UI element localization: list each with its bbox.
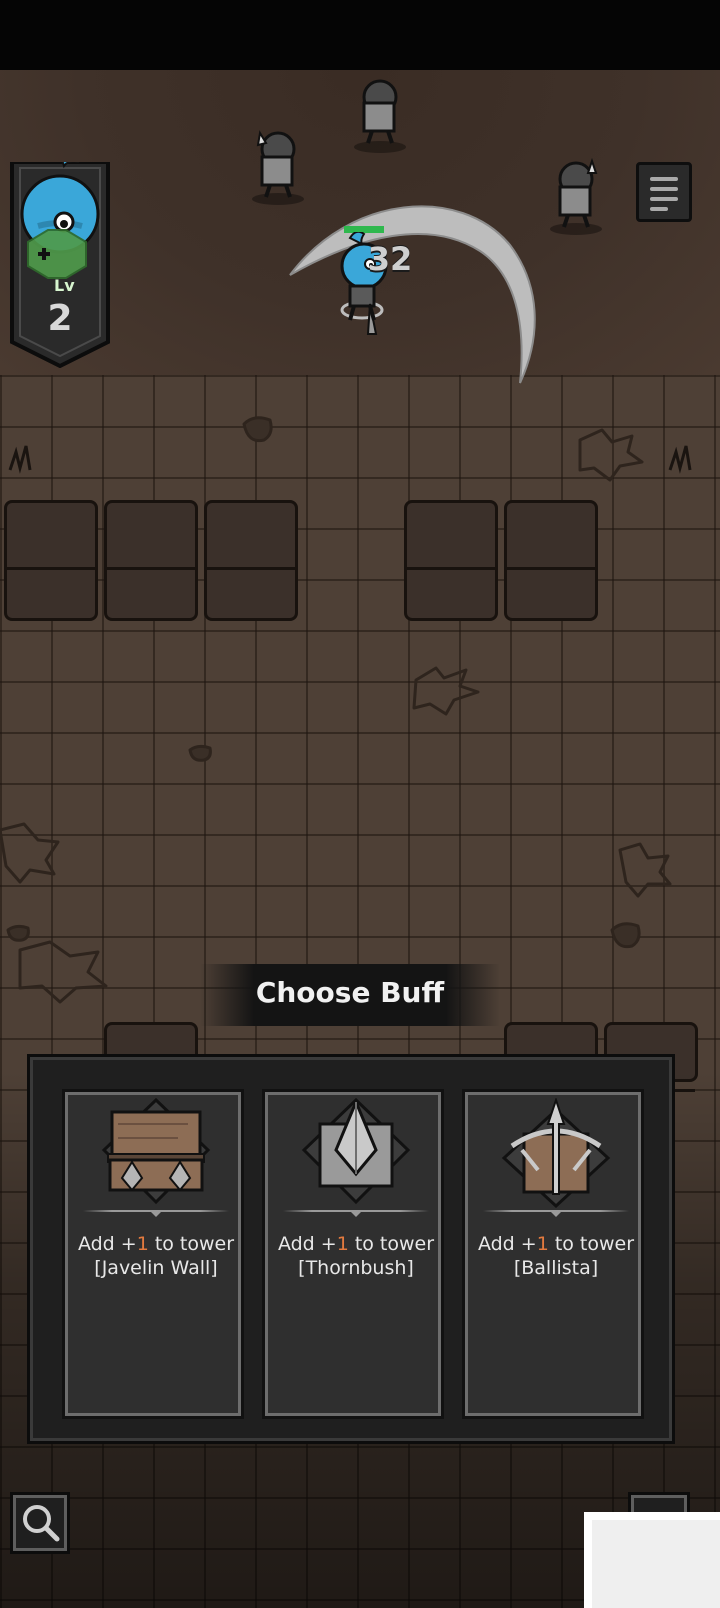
dialog-title: Choose Buff: [255, 976, 445, 1009]
enemy-goblin: [354, 79, 406, 153]
level-value: 2: [47, 298, 73, 339]
card-divider: [283, 1210, 429, 1217]
enemy-goblin: [550, 157, 602, 235]
ballista-icon: [501, 1098, 611, 1208]
enemy-goblin: [252, 130, 304, 205]
dialog-title-banner: Choose Buff: [200, 964, 500, 1026]
game-area[interactable]: 32 Lv 2 Choose Buff Add +1 to tower [Jav…: [0, 70, 720, 1608]
level-banner: Lv 2: [8, 151, 112, 369]
level-label: Lv: [54, 276, 75, 295]
slash-effect: [289, 205, 536, 384]
buff-description: Add +1 to tower [Thornbush]: [277, 1233, 435, 1279]
menu-button[interactable]: [636, 162, 692, 222]
card-divider: [83, 1210, 229, 1217]
card-divider: [483, 1210, 629, 1217]
buff-card-thornbush[interactable]: Add +1 to tower [Thornbush]: [262, 1089, 444, 1419]
buff-panel: Add +1 to tower [Javelin Wall] Add +1 to…: [27, 1054, 675, 1444]
magnifier-icon: [23, 1505, 60, 1542]
damage-popup: 32: [367, 240, 413, 278]
buff-card-javelin-wall[interactable]: Add +1 to tower [Javelin Wall]: [62, 1089, 244, 1419]
buff-card-ballista[interactable]: Add +1 to tower [Ballista]: [462, 1089, 644, 1419]
thornbush-icon: [301, 1098, 411, 1205]
overlay-box: [584, 1512, 720, 1608]
zoom-button[interactable]: [10, 1492, 70, 1554]
buff-description: Add +1 to tower [Ballista]: [477, 1233, 635, 1279]
buff-description: Add +1 to tower [Javelin Wall]: [77, 1233, 235, 1279]
javelin-wall-icon: [101, 1098, 211, 1205]
status-bar: [0, 0, 720, 70]
